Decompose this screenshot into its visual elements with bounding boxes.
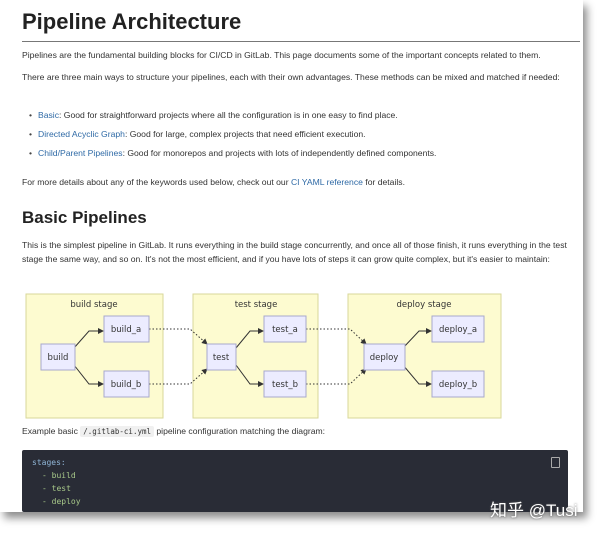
code-line: - build (42, 471, 76, 480)
code-line: - test (42, 484, 71, 493)
stage-label: test stage (235, 300, 278, 310)
node-deploy-b: deploy_b (439, 380, 477, 390)
watermark: 知乎 @Tusi (490, 501, 578, 520)
code-block[interactable]: stages: - build - test - deploy (22, 450, 568, 512)
node-deploy-a: deploy_a (439, 325, 477, 335)
node-test: test (213, 353, 230, 363)
stage-label: build stage (70, 300, 117, 310)
code-line: - deploy (42, 497, 81, 506)
document-page: Pipeline Architecture Pipelines are the … (0, 0, 583, 512)
stage-label: deploy stage (397, 300, 452, 310)
node-build: build (48, 353, 69, 363)
copy-icon[interactable] (551, 457, 560, 468)
node-deploy: deploy (370, 353, 399, 363)
node-test-b: test_b (272, 380, 298, 390)
node-build-b: build_b (111, 380, 142, 390)
node-build-a: build_a (111, 325, 141, 335)
code-line: stages: (32, 458, 66, 467)
node-test-a: test_a (272, 325, 298, 335)
